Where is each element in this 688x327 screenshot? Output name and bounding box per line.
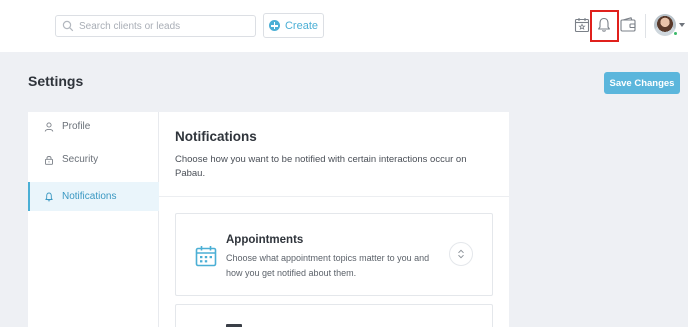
expand-toggle[interactable]	[449, 242, 473, 266]
notifications-panel: Notifications Choose how you want to be …	[159, 112, 509, 327]
sidebar-item-security[interactable]: Security	[28, 145, 159, 174]
online-status-dot	[673, 31, 678, 36]
calendar-icon	[195, 246, 217, 267]
top-bar: Create	[0, 0, 688, 52]
sidebar-item-label: Security	[62, 154, 99, 165]
sidebar-item-notifications[interactable]: Notifications	[28, 182, 159, 211]
next-topic-card[interactable]	[175, 304, 493, 327]
user-icon	[44, 121, 54, 132]
topic-title: Appointments	[226, 234, 304, 246]
create-button[interactable]: Create	[263, 13, 324, 38]
settings-card: Profile Security Notifications Notificat…	[28, 112, 509, 327]
search-input[interactable]	[79, 20, 249, 32]
bell-highlight-box	[590, 10, 619, 42]
plus-circle-icon	[268, 20, 280, 31]
sidebar-item-label: Profile	[62, 121, 91, 132]
divider	[159, 196, 509, 197]
section-title: Notifications	[175, 129, 257, 144]
search-icon	[62, 20, 74, 32]
lock-icon	[45, 155, 53, 165]
settings-sidebar: Profile Security Notifications	[28, 112, 159, 327]
chevron-up-down-icon	[458, 249, 464, 259]
page-title: Settings	[28, 73, 84, 89]
sidebar-item-label: Notifications	[62, 191, 117, 202]
bell-icon	[45, 192, 53, 201]
save-changes-button[interactable]: Save Changes	[604, 72, 680, 94]
topbar-divider	[645, 14, 646, 38]
chevron-down-icon[interactable]	[679, 23, 685, 27]
section-description: Choose how you want to be notified with …	[175, 154, 467, 179]
create-button-label: Create	[284, 19, 319, 32]
wallet-icon[interactable]	[619, 16, 637, 34]
appointments-card[interactable]: Appointments Choose what appointment top…	[175, 213, 493, 296]
topic-description: Choose what appointment topics matter to…	[226, 253, 430, 278]
calendar-icon[interactable]	[573, 16, 591, 34]
sidebar-item-profile[interactable]: Profile	[28, 112, 159, 141]
search-box[interactable]	[55, 15, 256, 37]
